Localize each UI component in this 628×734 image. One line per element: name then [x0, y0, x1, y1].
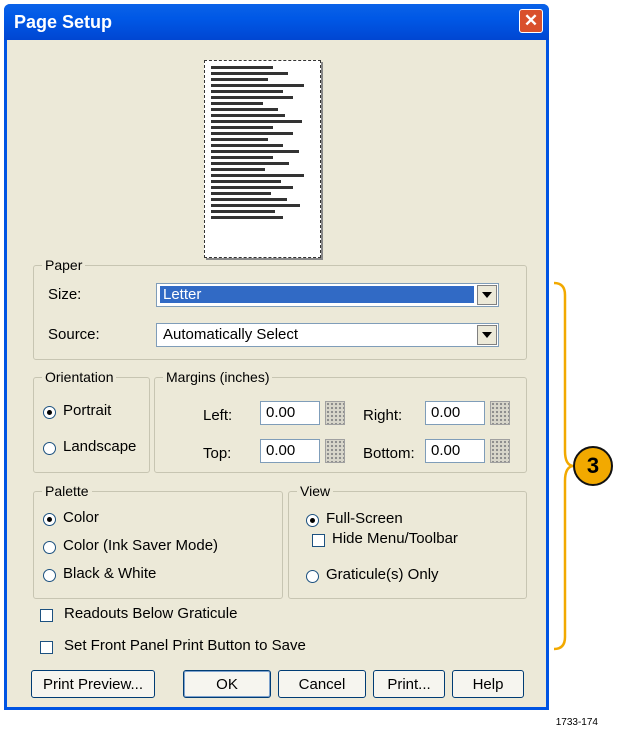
page-setup-dialog: Page Setup ✕ Paper Size: Letter Source: … — [4, 4, 549, 710]
size-label: Size: — [48, 286, 82, 303]
paper-legend: Paper — [42, 257, 86, 273]
right-margin-field[interactable]: 0.00 — [425, 401, 485, 425]
orientation-legend: Orientation — [42, 369, 117, 385]
bottom-margin-field[interactable]: 0.00 — [425, 439, 485, 463]
right-margin-spinner[interactable] — [490, 401, 510, 425]
portrait-label[interactable]: Portrait — [63, 402, 111, 419]
set-front-panel-checkbox[interactable] — [40, 641, 53, 654]
color-label[interactable]: Color — [63, 509, 99, 526]
left-margin-field[interactable]: 0.00 — [260, 401, 320, 425]
full-screen-label[interactable]: Full-Screen — [326, 510, 403, 527]
cancel-button[interactable]: Cancel — [278, 670, 366, 698]
full-screen-radio[interactable] — [306, 514, 319, 527]
chevron-down-icon[interactable] — [477, 325, 497, 345]
paper-source-select[interactable]: Automatically Select — [156, 323, 499, 347]
graticule-only-radio[interactable] — [306, 570, 319, 583]
left-margin-spinner[interactable] — [325, 401, 345, 425]
top-margin-field[interactable]: 0.00 — [260, 439, 320, 463]
title-bar[interactable]: Page Setup ✕ — [4, 4, 549, 40]
hide-menu-label[interactable]: Hide Menu/Toolbar — [332, 530, 458, 547]
dialog-title: Page Setup — [14, 12, 113, 32]
bottom-margin-spinner[interactable] — [490, 439, 510, 463]
bottom-margin-label: Bottom: — [363, 445, 415, 462]
black-white-radio[interactable] — [43, 569, 56, 582]
chevron-down-icon[interactable] — [477, 285, 497, 305]
print-button[interactable]: Print... — [373, 670, 445, 698]
right-margin-label: Right: — [363, 407, 403, 424]
ink-saver-radio[interactable] — [43, 541, 56, 554]
readouts-below-checkbox[interactable] — [40, 609, 53, 622]
print-preview-button[interactable]: Print Preview... — [31, 670, 155, 698]
hide-menu-checkbox[interactable] — [312, 534, 325, 547]
left-margin-label: Left: — [203, 407, 233, 424]
ink-saver-label[interactable]: Color (Ink Saver Mode) — [63, 537, 218, 554]
black-white-label[interactable]: Black & White — [63, 565, 156, 582]
portrait-radio[interactable] — [43, 406, 56, 419]
paper-size-select[interactable]: Letter — [156, 283, 499, 307]
landscape-label[interactable]: Landscape — [63, 438, 136, 455]
paper-size-value: Letter — [160, 286, 474, 303]
callout-bracket — [553, 281, 573, 651]
help-button[interactable]: Help — [452, 670, 524, 698]
landscape-radio[interactable] — [43, 442, 56, 455]
close-icon[interactable]: ✕ — [519, 9, 543, 33]
paper-source-value: Automatically Select — [163, 326, 299, 343]
top-margin-spinner[interactable] — [325, 439, 345, 463]
page-preview — [204, 60, 321, 258]
top-margin-label: Top: — [203, 445, 232, 462]
ok-button[interactable]: OK — [183, 670, 271, 698]
palette-legend: Palette — [42, 483, 92, 499]
figure-code: 1733-174 — [555, 717, 598, 728]
callout-number-badge: 3 — [573, 446, 613, 486]
graticule-only-label[interactable]: Graticule(s) Only — [326, 566, 439, 583]
source-label: Source: — [48, 326, 100, 343]
orientation-group: Orientation — [33, 369, 150, 473]
view-legend: View — [297, 483, 334, 499]
readouts-below-label[interactable]: Readouts Below Graticule — [64, 605, 237, 622]
margins-legend: Margins (inches) — [163, 369, 273, 385]
set-front-panel-label[interactable]: Set Front Panel Print Button to Save — [64, 637, 306, 654]
color-radio[interactable] — [43, 513, 56, 526]
